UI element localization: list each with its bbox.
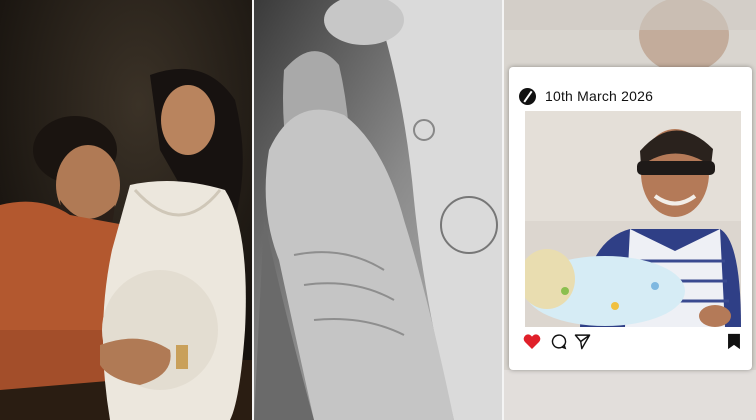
post-actions-bar — [523, 333, 741, 353]
baby-hand-photo-panel — [254, 0, 502, 420]
couple-photo — [0, 0, 252, 420]
grandfather-with-baby-photo — [525, 111, 741, 327]
share-icon[interactable] — [574, 333, 591, 350]
post-header: 10th March 2026 — [519, 86, 653, 106]
post-date: 10th March 2026 — [545, 88, 654, 104]
logo-icon — [519, 87, 536, 105]
bookmark-icon[interactable] — [727, 333, 741, 350]
heart-icon[interactable] — [523, 333, 541, 350]
social-post-card: 10th March 2026 — [509, 67, 752, 370]
baby-hand-photo — [254, 0, 502, 420]
couple-photo-panel — [0, 0, 252, 420]
post-photo — [525, 111, 741, 327]
comment-icon[interactable] — [550, 333, 567, 350]
